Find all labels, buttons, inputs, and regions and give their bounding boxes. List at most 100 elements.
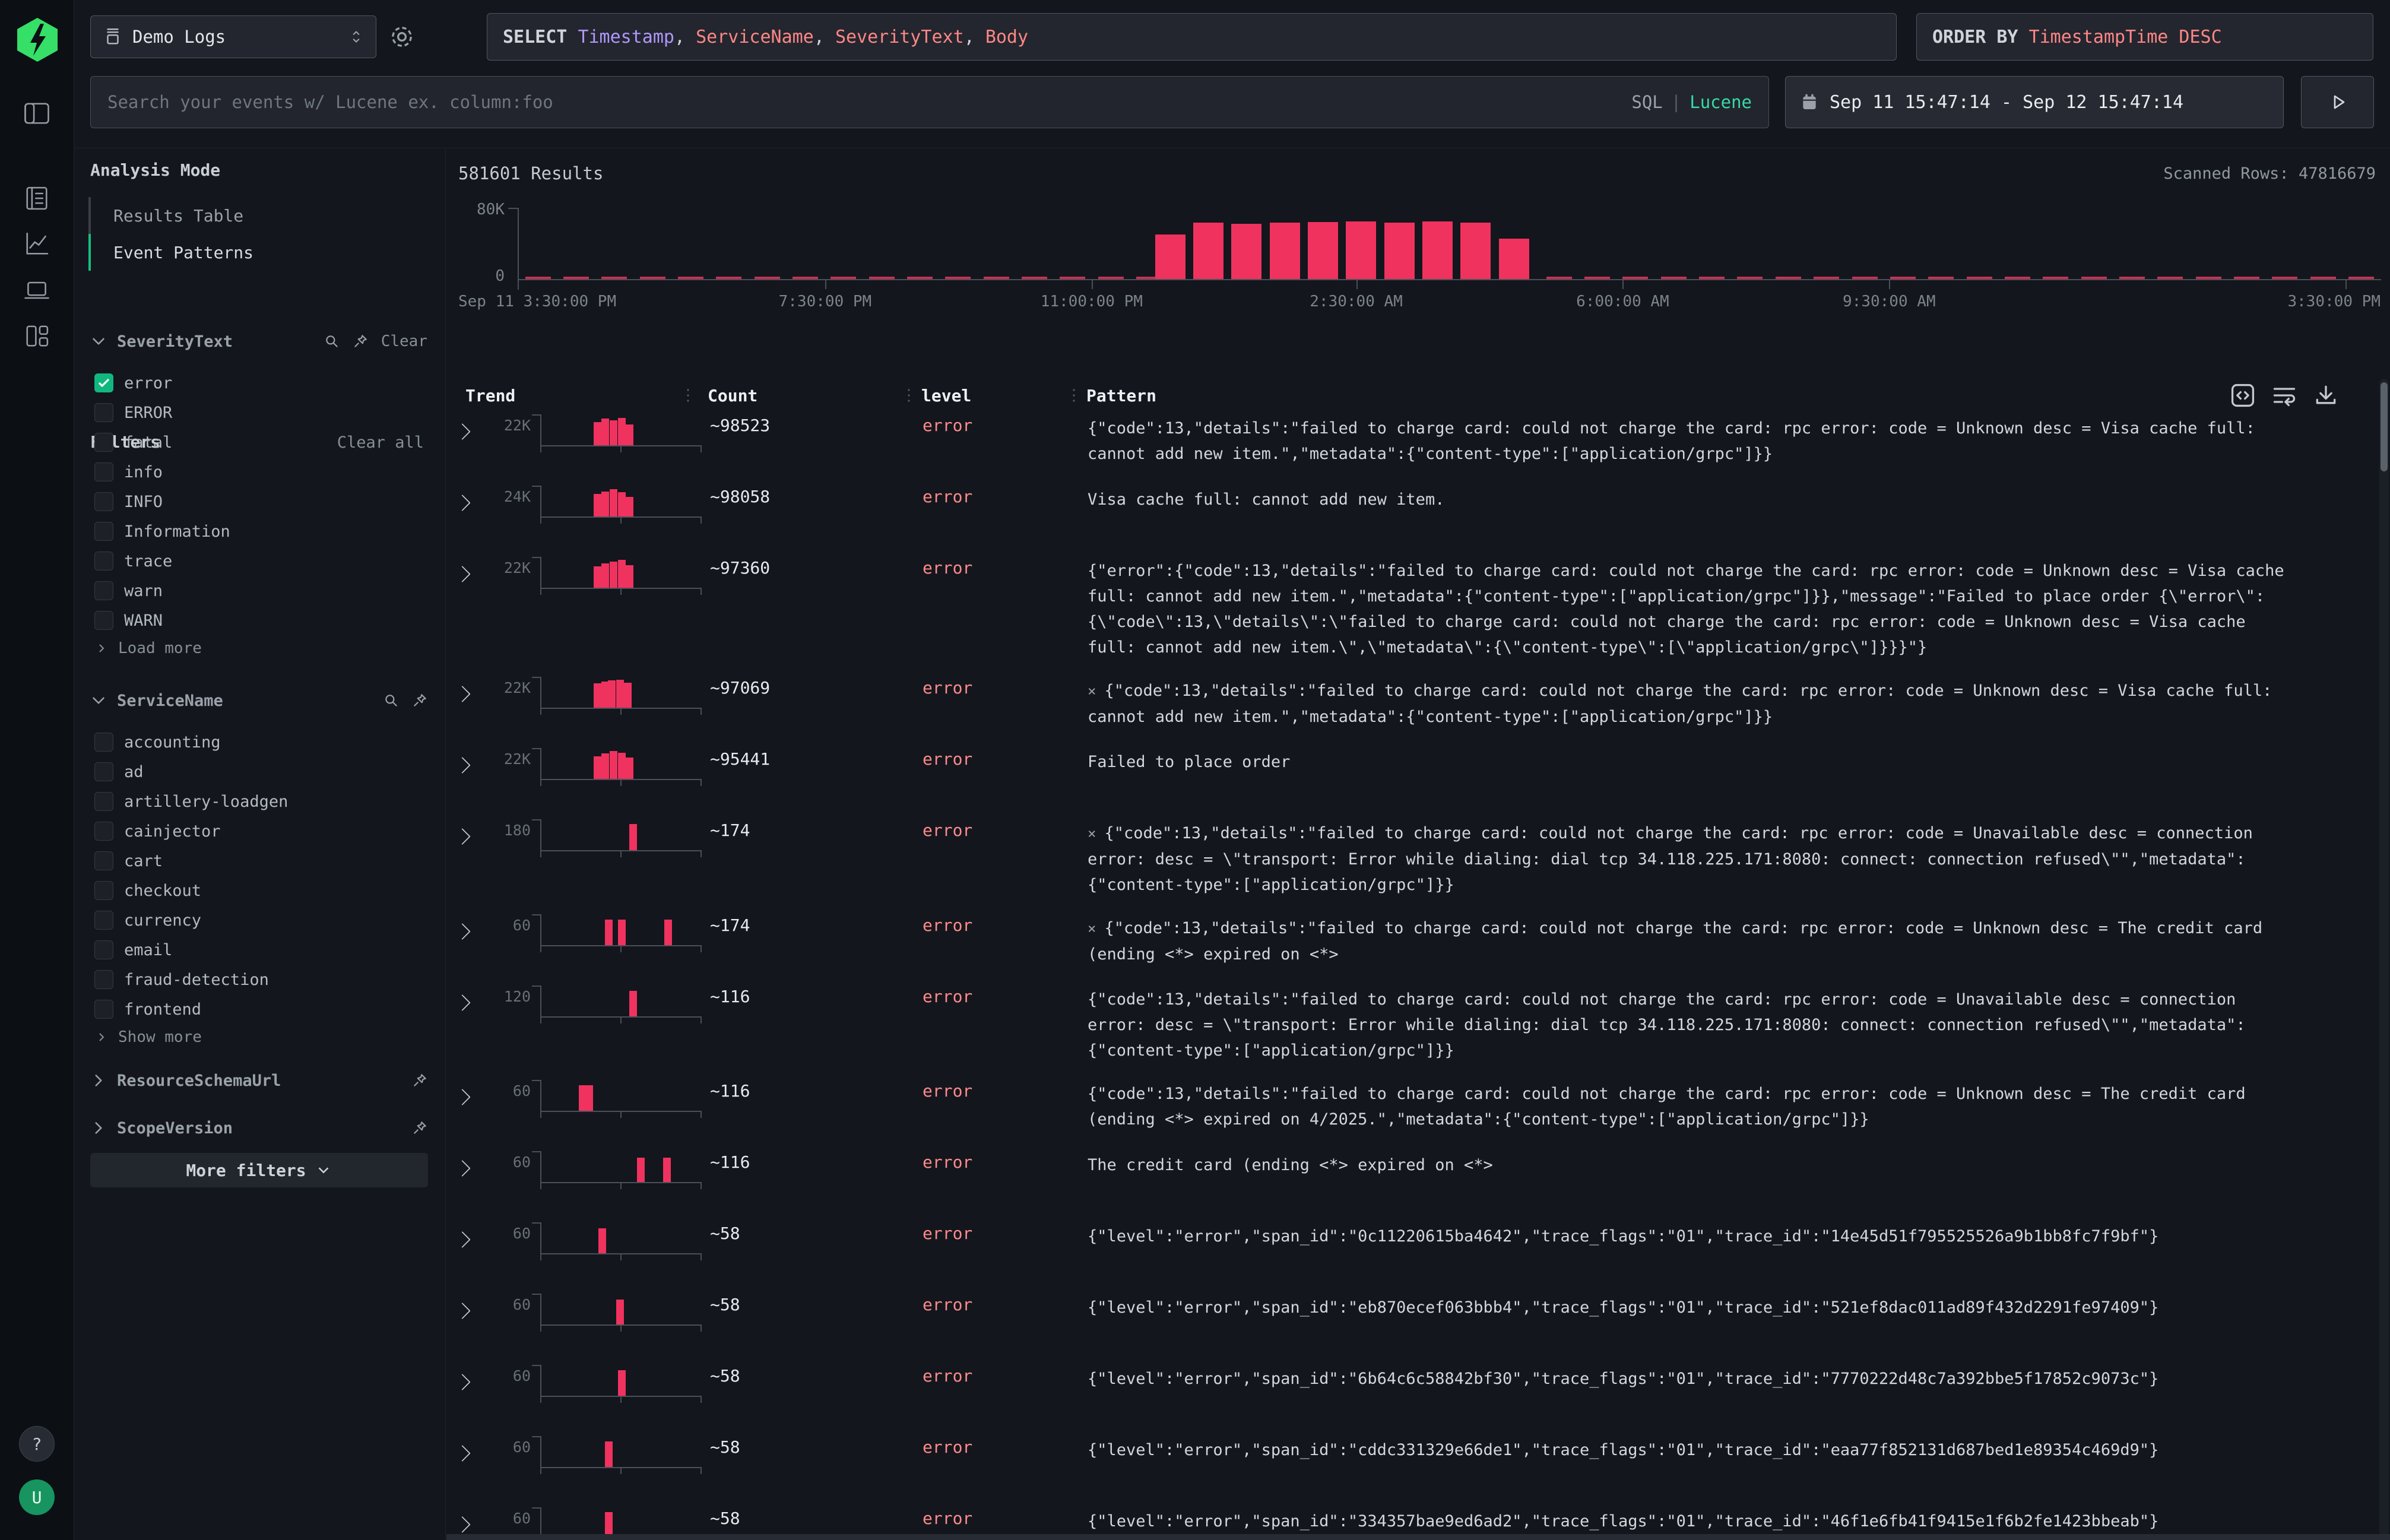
checkbox-unchecked[interactable] <box>94 762 113 781</box>
pattern-row[interactable]: 22K~98523error{"code":13,"details":"fail… <box>446 414 2378 469</box>
help-button[interactable]: ? <box>19 1426 55 1462</box>
expand-chevron-icon[interactable] <box>446 1365 478 1396</box>
filter-option-accounting[interactable]: accounting <box>94 727 427 757</box>
lucene-mode-button[interactable]: Lucene <box>1690 92 1752 112</box>
exclude-x-icon[interactable]: × <box>1088 683 1096 699</box>
pin-icon[interactable] <box>412 693 427 708</box>
filter-option-email[interactable]: email <box>94 935 427 965</box>
source-select[interactable]: Demo Logs <box>90 15 376 58</box>
column-menu-icon[interactable]: ⋮ <box>901 386 915 404</box>
pattern-row[interactable]: 60~58error{"level":"error","span_id":"6b… <box>446 1365 2378 1419</box>
checkbox-unchecked[interactable] <box>94 911 113 930</box>
expand-chevron-icon[interactable] <box>446 1151 478 1182</box>
checkbox-unchecked[interactable] <box>94 851 113 870</box>
sessions-icon[interactable] <box>21 275 52 306</box>
expand-chevron-icon[interactable] <box>446 1507 478 1535</box>
pattern-row[interactable]: 22K~95441errorFailed to place order <box>446 748 2378 803</box>
date-range-picker[interactable]: Sep 11 15:47:14 - Sep 12 15:47:14 <box>1785 76 2284 128</box>
filter-option-info[interactable]: info <box>94 457 427 487</box>
checkbox-unchecked[interactable] <box>94 881 113 900</box>
checkbox-unchecked[interactable] <box>94 403 113 422</box>
checkbox-unchecked[interactable] <box>94 611 113 630</box>
pin-icon[interactable] <box>412 1120 427 1136</box>
sql-select-input[interactable]: SELECT Timestamp, ServiceName, SeverityT… <box>487 13 1897 61</box>
clear-filter-button[interactable]: Clear <box>381 332 427 350</box>
checkbox-unchecked[interactable] <box>94 552 113 571</box>
exclude-x-icon[interactable]: × <box>1088 920 1096 937</box>
load-more-button[interactable]: Load more <box>94 635 202 661</box>
filter-option-cart[interactable]: cart <box>94 846 427 876</box>
pattern-row[interactable]: 60~116error{"code":13,"details":"failed … <box>446 1080 2378 1135</box>
expand-chevron-icon[interactable] <box>446 1222 478 1253</box>
filter-option-trace[interactable]: trace <box>94 546 427 576</box>
horizontal-scrollbar[interactable] <box>446 1534 2390 1540</box>
expand-chevron-icon[interactable] <box>446 914 478 945</box>
avatar[interactable]: U <box>19 1479 55 1515</box>
load-more-button[interactable]: Show more <box>94 1024 202 1050</box>
filter-option-INFO[interactable]: INFO <box>94 487 427 516</box>
col-level[interactable]: level <box>921 386 971 405</box>
chart-icon[interactable] <box>21 229 52 259</box>
checkbox-unchecked[interactable] <box>94 1000 113 1019</box>
filter-option-Information[interactable]: Information <box>94 516 427 546</box>
pattern-row[interactable]: 180~174error×{"code":13,"details":"faile… <box>446 819 2378 898</box>
col-count[interactable]: Count <box>708 386 757 405</box>
panel-toggle-icon[interactable] <box>21 98 52 129</box>
expand-chevron-icon[interactable] <box>446 1436 478 1467</box>
pattern-row[interactable]: 60~116errorThe credit card (ending <*> e… <box>446 1151 2378 1206</box>
pattern-row[interactable]: 60~58error{"level":"error","span_id":"0c… <box>446 1222 2378 1277</box>
expand-chevron-icon[interactable] <box>446 677 478 708</box>
pattern-row[interactable]: 24K~98058errorVisa cache full: cannot ad… <box>446 486 2378 540</box>
logs-icon[interactable] <box>21 183 52 214</box>
more-filters-button[interactable]: More filters <box>90 1153 428 1187</box>
col-trend[interactable]: Trend <box>465 386 515 405</box>
analysis-mode-item-event-patterns[interactable]: Event Patterns <box>88 234 427 271</box>
filter-group-ResourceSchemaUrl[interactable]: ResourceSchemaUrl <box>88 1066 427 1095</box>
scrollbar-thumb[interactable] <box>2381 382 2388 471</box>
expand-chevron-icon[interactable] <box>446 486 478 516</box>
analysis-mode-item-results-table[interactable]: Results Table <box>88 197 427 234</box>
checkbox-unchecked[interactable] <box>94 492 113 511</box>
search-icon[interactable] <box>383 693 399 708</box>
checkbox-unchecked[interactable] <box>94 433 113 452</box>
checkbox-unchecked[interactable] <box>94 522 113 541</box>
column-menu-icon[interactable]: ⋮ <box>680 386 695 404</box>
filter-option-warn[interactable]: warn <box>94 576 427 606</box>
filter-group-ServiceName[interactable]: ServiceName <box>88 686 427 715</box>
run-query-button[interactable] <box>2301 76 2374 128</box>
expand-chevron-icon[interactable] <box>446 557 478 588</box>
filter-option-artillery-loadgen[interactable]: artillery-loadgen <box>94 787 427 816</box>
filter-option-error[interactable]: error <box>94 368 427 398</box>
search-icon[interactable] <box>324 334 340 349</box>
view-source-icon[interactable] <box>2230 382 2256 408</box>
wrap-text-icon[interactable] <box>2271 382 2297 408</box>
checkbox-unchecked[interactable] <box>94 792 113 811</box>
filter-option-ERROR[interactable]: ERROR <box>94 398 427 427</box>
results-histogram[interactable]: 80K 0 Sep 11 3:30:00 PM7:30:00 PM11:00:0… <box>446 148 2390 303</box>
vertical-scrollbar[interactable] <box>2379 379 2389 1538</box>
filter-option-checkout[interactable]: checkout <box>94 876 427 905</box>
filter-group-ScopeVersion[interactable]: ScopeVersion <box>88 1113 427 1143</box>
checkbox-checked[interactable] <box>94 373 113 392</box>
expand-chevron-icon[interactable] <box>446 819 478 850</box>
filter-option-WARN[interactable]: WARN <box>94 606 427 635</box>
expand-chevron-icon[interactable] <box>446 748 478 779</box>
filter-option-currency[interactable]: currency <box>94 905 427 935</box>
order-by-input[interactable]: ORDER BY TimestampTime DESC <box>1916 13 2373 61</box>
pattern-row[interactable]: 22K~97360error{"error":{"code":13,"detai… <box>446 557 2378 660</box>
filter-option-fatal[interactable]: fatal <box>94 427 427 457</box>
app-logo[interactable] <box>15 17 60 63</box>
col-pattern[interactable]: Pattern <box>1086 386 1156 405</box>
checkbox-unchecked[interactable] <box>94 940 113 959</box>
pin-icon[interactable] <box>412 1073 427 1088</box>
expand-chevron-icon[interactable] <box>446 1294 478 1324</box>
pattern-row[interactable]: 60~58error{"level":"error","span_id":"cd… <box>446 1436 2378 1491</box>
filter-option-frontend[interactable]: frontend <box>94 994 427 1024</box>
pattern-row[interactable]: 22K~97069error×{"code":13,"details":"fai… <box>446 677 2378 731</box>
dashboards-icon[interactable] <box>21 321 52 351</box>
checkbox-unchecked[interactable] <box>94 970 113 989</box>
expand-chevron-icon[interactable] <box>446 414 478 445</box>
download-icon[interactable] <box>2313 382 2339 408</box>
sql-mode-button[interactable]: SQL <box>1631 92 1662 112</box>
pattern-row[interactable]: 60~58error{"level":"error","span_id":"eb… <box>446 1294 2378 1348</box>
